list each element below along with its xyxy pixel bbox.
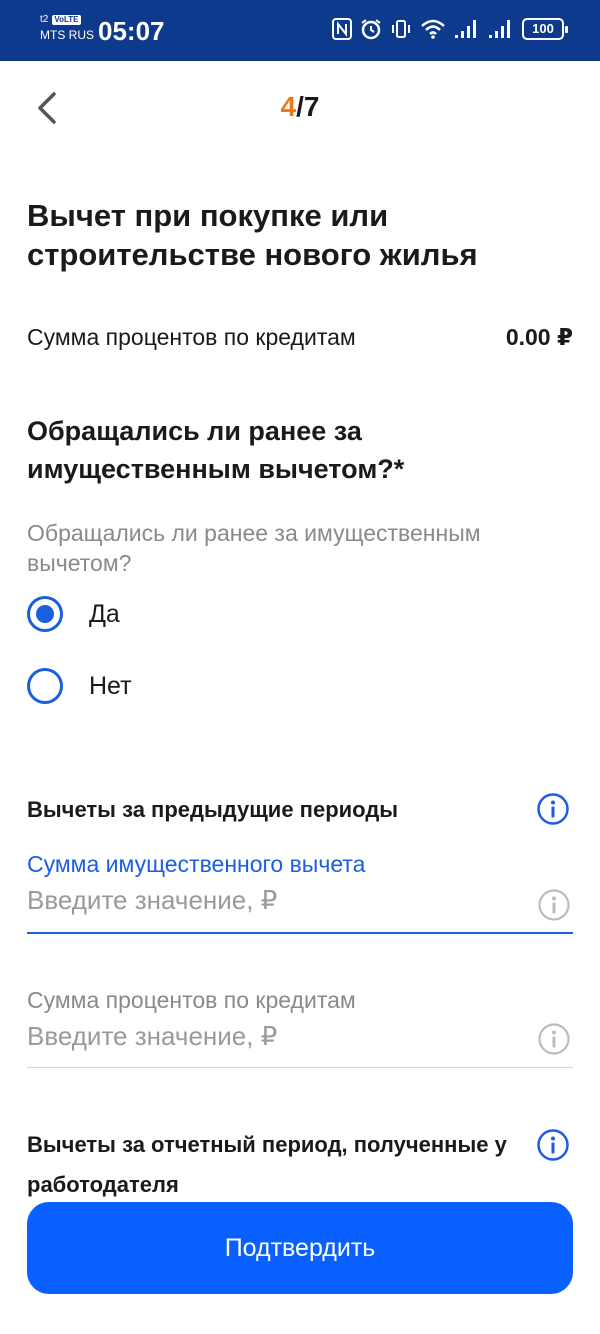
status-time: 05:07	[98, 16, 165, 46]
question-subtitle: Обращались ли ранее за имущественным выч…	[27, 520, 481, 576]
confirm-button[interactable]: Подтвердить	[27, 1202, 573, 1294]
carrier-info: t2 VoLTE MTS RUS	[40, 14, 94, 42]
previous-periods-heading: Вычеты за предыдущие периоды	[27, 797, 399, 822]
info-icon[interactable]	[537, 1022, 571, 1056]
step-total: /7	[296, 91, 320, 122]
volte-badge: VoLTE	[52, 15, 81, 25]
carrier-name: MTS RUS	[40, 28, 94, 42]
battery-indicator: 100	[522, 18, 568, 40]
status-icons: 100	[332, 18, 568, 40]
info-icon[interactable]	[536, 1128, 570, 1162]
radio-no[interactable]: Нет	[27, 668, 132, 704]
question-title: Обращались ли ранее за имущественным выч…	[27, 416, 405, 484]
step-current: 4	[280, 91, 297, 122]
nfc-icon	[332, 18, 352, 40]
signal-icon-2	[489, 20, 510, 38]
radio-checked-icon	[27, 596, 63, 632]
signal-icon	[455, 20, 476, 38]
loan-interest-field: Сумма процентов по кредитам	[27, 984, 573, 1068]
radio-yes[interactable]: Да	[27, 596, 120, 632]
radio-no-label: Нет	[89, 672, 132, 700]
wifi-icon	[421, 19, 445, 39]
property-deduction-input[interactable]	[27, 880, 517, 920]
radio-unchecked-icon	[27, 668, 63, 704]
page-title: Вычет при покупке или строительстве ново…	[27, 198, 478, 272]
loan-interest-input[interactable]	[27, 1016, 517, 1056]
interest-row: Сумма процентов по кредитам 0.00 ₽	[27, 322, 573, 352]
property-deduction-label: Сумма имущественного вычета	[27, 851, 366, 877]
property-deduction-field: Сумма имущественного вычета	[27, 848, 573, 934]
info-icon[interactable]	[536, 792, 570, 826]
status-bar: t2 VoLTE MTS RUS 05:07 100	[0, 0, 600, 61]
vibrate-icon	[392, 20, 410, 38]
alarm-icon	[361, 19, 381, 40]
carrier-secondary: t2	[40, 14, 49, 25]
employer-section-heading: Вычеты за отчетный период, полученные у …	[27, 1132, 507, 1197]
interest-label: Сумма процентов по кредитам	[27, 324, 356, 350]
info-icon[interactable]	[537, 888, 571, 922]
radio-yes-label: Да	[89, 600, 120, 628]
loan-interest-label: Сумма процентов по кредитам	[27, 987, 356, 1013]
interest-value: 0.00 ₽	[505, 324, 573, 350]
step-indicator: 4/7	[0, 90, 600, 124]
